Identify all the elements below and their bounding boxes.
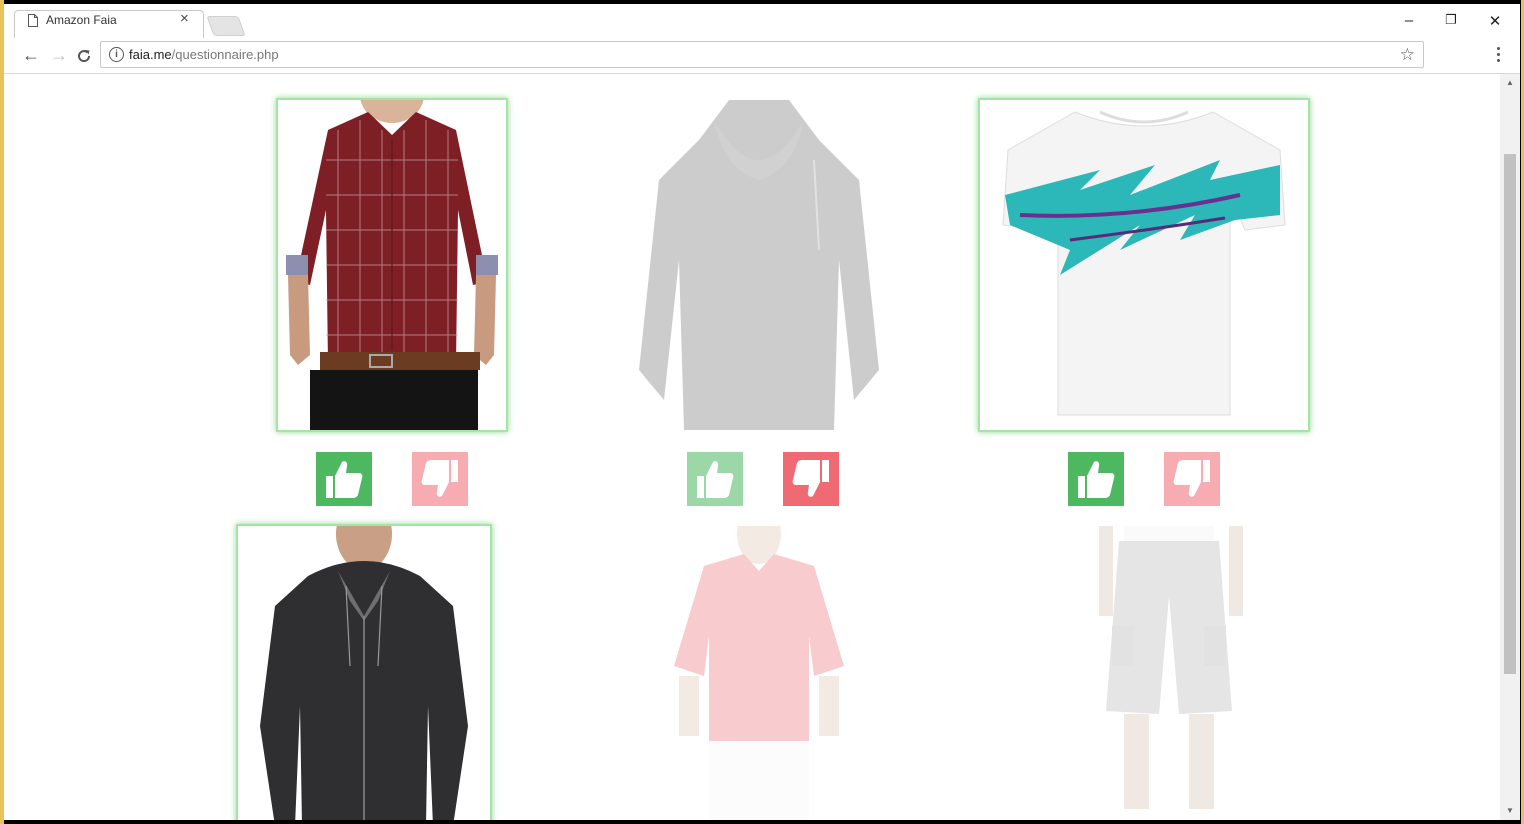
- page-scrollbar[interactable]: ▲ ▼: [1500, 74, 1520, 820]
- thumbs-up-icon: [697, 461, 734, 498]
- address-toolbar: ← → i faia.me/questionnaire.php ☆: [4, 38, 1520, 74]
- thumbs-down-icon: [421, 460, 458, 497]
- reload-icon[interactable]: [76, 48, 92, 64]
- dislike-button-black-cowl-sweater[interactable]: [783, 452, 839, 506]
- tab-close-icon[interactable]: ×: [180, 10, 189, 27]
- minimize-button[interactable]: –: [1394, 12, 1424, 29]
- grey-cargo-shorts-image: [1084, 526, 1254, 820]
- like-button-black-cowl-sweater[interactable]: [687, 452, 743, 506]
- product-card-grey-cargo-shorts[interactable]: [1084, 526, 1254, 820]
- jazz-print-tshirt-image: [980, 100, 1308, 430]
- red-polo-shirt-image: [664, 526, 854, 820]
- tab-title: Amazon Faia: [46, 13, 117, 27]
- bookmark-star-icon[interactable]: ☆: [1400, 45, 1415, 65]
- black-zip-hoodie-image: [238, 526, 490, 820]
- title-bar: Amazon Faia × – ❐ ✕: [4, 4, 1520, 38]
- like-button-jazz-print-tshirt[interactable]: [1068, 452, 1124, 506]
- thumbs-up-icon: [1078, 461, 1115, 498]
- back-button[interactable]: ←: [22, 45, 40, 66]
- browser-menu-icon[interactable]: [1497, 47, 1501, 65]
- url-text[interactable]: faia.me/questionnaire.php: [129, 47, 279, 62]
- forward-button[interactable]: →: [50, 45, 68, 66]
- thumbs-down-icon: [1173, 460, 1210, 497]
- questionnaire-page: [4, 74, 1500, 820]
- scrollbar-thumb[interactable]: [1504, 154, 1516, 674]
- browser-window: Amazon Faia × – ❐ ✕ ← → i faia.me/questi…: [4, 4, 1520, 820]
- product-card-black-cowl-sweater[interactable]: [634, 100, 884, 430]
- url-host: faia.me: [129, 47, 172, 62]
- like-button-red-plaid-shirt[interactable]: [316, 452, 372, 506]
- restore-button[interactable]: ❐: [1436, 12, 1466, 28]
- scroll-down-arrow-icon[interactable]: ▼: [1506, 806, 1514, 815]
- product-card-red-plaid-shirt[interactable]: [276, 98, 508, 432]
- new-tab-button[interactable]: [206, 16, 246, 36]
- document-icon: [28, 14, 38, 27]
- product-card-red-polo-shirt[interactable]: [664, 526, 854, 820]
- scroll-up-arrow-icon[interactable]: ▲: [1506, 78, 1514, 87]
- address-bar[interactable]: i faia.me/questionnaire.php ☆: [100, 41, 1424, 68]
- product-card-jazz-print-tshirt[interactable]: [978, 98, 1310, 432]
- info-icon[interactable]: i: [109, 47, 124, 62]
- black-cowl-sweater-image: [634, 100, 884, 430]
- close-window-button[interactable]: ✕: [1480, 12, 1510, 30]
- dislike-button-jazz-print-tshirt[interactable]: [1164, 452, 1220, 506]
- thumbs-down-icon: [792, 460, 829, 497]
- thumbs-up-icon: [326, 461, 363, 498]
- red-plaid-shirt-image: [278, 100, 506, 430]
- url-path: /questionnaire.php: [171, 47, 279, 62]
- dislike-button-red-plaid-shirt[interactable]: [412, 452, 468, 506]
- product-card-black-zip-hoodie[interactable]: [236, 524, 492, 820]
